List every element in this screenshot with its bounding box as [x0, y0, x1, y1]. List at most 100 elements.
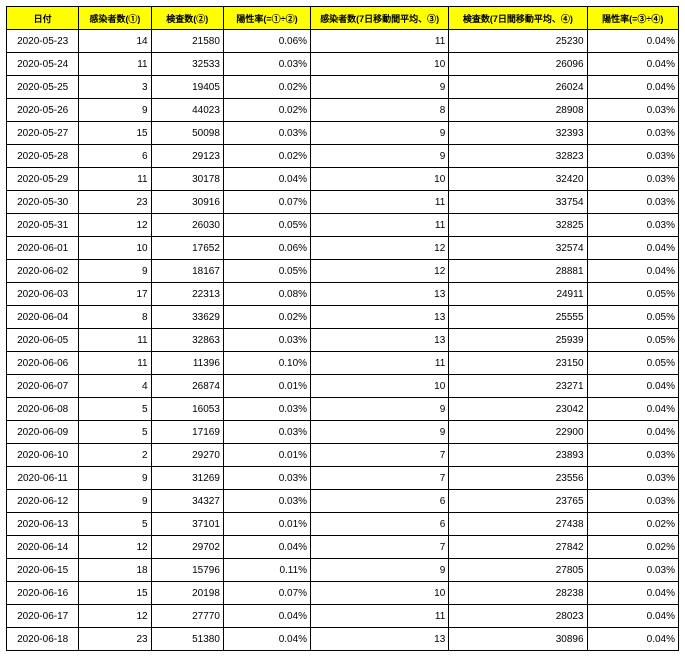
cell-date: 2020-06-10 — [7, 444, 79, 467]
table-row: 2020-06-1823513800.04%13308960.04% — [7, 628, 679, 651]
table-row: 2020-06-085160530.03%9230420.04% — [7, 398, 679, 421]
cell-infected: 15 — [79, 582, 151, 605]
cell-tested: 16053 — [151, 398, 223, 421]
cell-tested-7day: 26024 — [449, 76, 587, 99]
cell-infected-7day: 9 — [311, 122, 449, 145]
table-row: 2020-06-1518157960.11%9278050.03% — [7, 559, 679, 582]
header-infected: 感染者数(①) — [79, 7, 151, 30]
cell-tested: 50098 — [151, 122, 223, 145]
header-date: 日付 — [7, 7, 79, 30]
cell-positivity: 0.01% — [223, 513, 310, 536]
cell-positivity: 0.01% — [223, 375, 310, 398]
cell-date: 2020-05-30 — [7, 191, 79, 214]
table-row: 2020-06-119312690.03%7235560.03% — [7, 467, 679, 490]
cell-positivity: 0.11% — [223, 559, 310, 582]
cell-infected: 23 — [79, 628, 151, 651]
cell-positivity-7day: 0.05% — [587, 352, 678, 375]
cell-positivity-7day: 0.03% — [587, 559, 678, 582]
cell-positivity: 0.02% — [223, 99, 310, 122]
cell-infected-7day: 8 — [311, 99, 449, 122]
table-row: 2020-05-286291230.02%9328230.03% — [7, 145, 679, 168]
cell-infected: 11 — [79, 352, 151, 375]
cell-positivity-7day: 0.04% — [587, 30, 678, 53]
cell-tested: 27770 — [151, 605, 223, 628]
header-infected-7day: 感染者数(7日移動間平均、③) — [311, 7, 449, 30]
cell-infected-7day: 13 — [311, 329, 449, 352]
cell-infected-7day: 10 — [311, 582, 449, 605]
cell-positivity: 0.06% — [223, 30, 310, 53]
cell-positivity: 0.03% — [223, 398, 310, 421]
cell-infected: 9 — [79, 490, 151, 513]
cell-tested-7day: 27805 — [449, 559, 587, 582]
cell-tested-7day: 32823 — [449, 145, 587, 168]
cell-positivity-7day: 0.04% — [587, 628, 678, 651]
cell-positivity: 0.10% — [223, 352, 310, 375]
cell-tested-7day: 27438 — [449, 513, 587, 536]
cell-infected: 12 — [79, 536, 151, 559]
cell-positivity: 0.03% — [223, 467, 310, 490]
cell-positivity-7day: 0.04% — [587, 260, 678, 283]
cell-date: 2020-05-28 — [7, 145, 79, 168]
table-row: 2020-06-0511328630.03%13259390.05% — [7, 329, 679, 352]
cell-positivity: 0.02% — [223, 76, 310, 99]
cell-infected-7day: 10 — [311, 375, 449, 398]
cell-positivity-7day: 0.03% — [587, 444, 678, 467]
cell-infected: 5 — [79, 421, 151, 444]
cell-infected: 6 — [79, 145, 151, 168]
cell-tested: 30178 — [151, 168, 223, 191]
cell-tested: 51380 — [151, 628, 223, 651]
cell-infected-7day: 10 — [311, 168, 449, 191]
table-row: 2020-05-269440230.02%8289080.03% — [7, 99, 679, 122]
cell-positivity: 0.06% — [223, 237, 310, 260]
cell-tested: 22313 — [151, 283, 223, 306]
table-row: 2020-06-074268740.01%10232710.04% — [7, 375, 679, 398]
cell-infected-7day: 6 — [311, 490, 449, 513]
cell-infected-7day: 11 — [311, 214, 449, 237]
cell-date: 2020-05-25 — [7, 76, 79, 99]
cell-infected: 3 — [79, 76, 151, 99]
cell-date: 2020-06-05 — [7, 329, 79, 352]
table-row: 2020-05-253194050.02%9260240.04% — [7, 76, 679, 99]
cell-infected-7day: 9 — [311, 421, 449, 444]
table-row: 2020-06-135371010.01%6274380.02% — [7, 513, 679, 536]
cell-tested-7day: 23893 — [449, 444, 587, 467]
cell-positivity-7day: 0.03% — [587, 214, 678, 237]
cell-tested: 44023 — [151, 99, 223, 122]
cell-tested: 34327 — [151, 490, 223, 513]
table-row: 2020-05-2911301780.04%10324200.03% — [7, 168, 679, 191]
cell-tested: 33629 — [151, 306, 223, 329]
cell-infected: 5 — [79, 398, 151, 421]
cell-tested: 32863 — [151, 329, 223, 352]
cell-tested: 20198 — [151, 582, 223, 605]
cell-date: 2020-06-03 — [7, 283, 79, 306]
cell-tested-7day: 33754 — [449, 191, 587, 214]
cell-tested-7day: 28908 — [449, 99, 587, 122]
data-table: 日付 感染者数(①) 検査数(②) 陽性率(=①÷②) 感染者数(7日移動間平均… — [6, 6, 679, 651]
cell-date: 2020-06-04 — [7, 306, 79, 329]
cell-positivity: 0.03% — [223, 122, 310, 145]
cell-infected-7day: 11 — [311, 30, 449, 53]
cell-infected-7day: 9 — [311, 145, 449, 168]
cell-date: 2020-06-18 — [7, 628, 79, 651]
cell-tested-7day: 23556 — [449, 467, 587, 490]
table-row: 2020-06-048336290.02%13255550.05% — [7, 306, 679, 329]
cell-tested: 30916 — [151, 191, 223, 214]
cell-tested-7day: 28023 — [449, 605, 587, 628]
cell-tested: 26874 — [151, 375, 223, 398]
cell-tested: 29123 — [151, 145, 223, 168]
cell-date: 2020-05-26 — [7, 99, 79, 122]
cell-infected: 17 — [79, 283, 151, 306]
cell-positivity-7day: 0.03% — [587, 99, 678, 122]
cell-positivity-7day: 0.02% — [587, 513, 678, 536]
cell-infected: 14 — [79, 30, 151, 53]
cell-positivity: 0.04% — [223, 605, 310, 628]
cell-positivity-7day: 0.03% — [587, 145, 678, 168]
cell-positivity-7day: 0.03% — [587, 122, 678, 145]
cell-infected-7day: 6 — [311, 513, 449, 536]
cell-tested-7day: 23765 — [449, 490, 587, 513]
cell-positivity: 0.03% — [223, 421, 310, 444]
cell-date: 2020-06-13 — [7, 513, 79, 536]
cell-date: 2020-06-07 — [7, 375, 79, 398]
cell-tested: 29270 — [151, 444, 223, 467]
cell-infected: 9 — [79, 99, 151, 122]
